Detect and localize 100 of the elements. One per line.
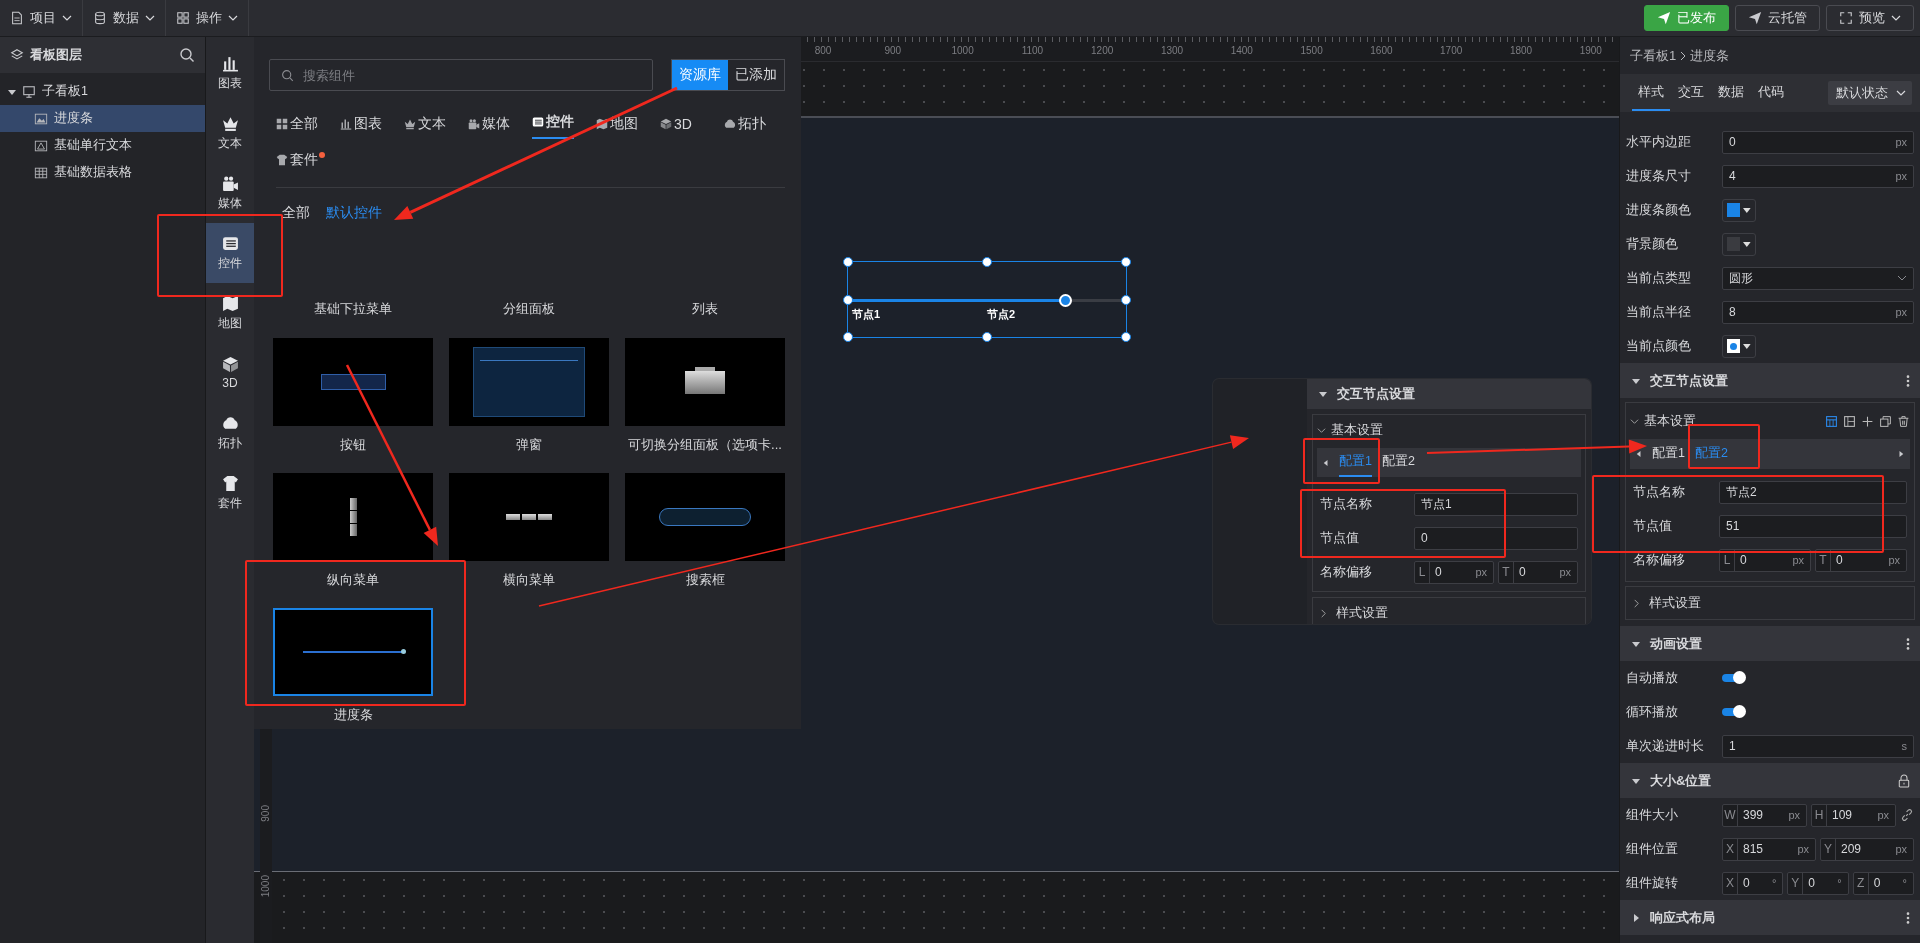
- color-picker[interactable]: [1722, 334, 1756, 358]
- category-button[interactable]: 套件: [206, 463, 254, 523]
- color-picker[interactable]: [1722, 232, 1756, 256]
- category-tab[interactable]: 图表: [340, 107, 382, 143]
- input-field[interactable]: Y 0 °: [1787, 871, 1849, 895]
- input-field[interactable]: H 109 px: [1811, 803, 1896, 827]
- resize-handle[interactable]: [1121, 294, 1131, 305]
- input-field[interactable]: 节点2: [1719, 480, 1907, 504]
- add-icon[interactable]: [1861, 414, 1874, 428]
- panel-preview[interactable]: [625, 338, 785, 426]
- category-tab[interactable]: 全部: [276, 107, 318, 143]
- category-button[interactable]: 控件: [206, 223, 254, 283]
- toggle-switch[interactable]: [1722, 674, 1744, 682]
- resize-handle[interactable]: [982, 332, 992, 342]
- section-header[interactable]: 动画设置: [1620, 626, 1920, 661]
- layer-item[interactable]: 基础数据表格: [0, 159, 205, 186]
- scroll-left-icon[interactable]: [1323, 458, 1329, 467]
- more-icon[interactable]: [1906, 373, 1910, 388]
- config-tab[interactable]: 配置1: [1339, 448, 1372, 477]
- breadcrumb-item[interactable]: 子看板1: [1630, 46, 1677, 65]
- input-field[interactable]: L 0 px: [1719, 548, 1811, 572]
- layer-item[interactable]: 进度条: [0, 105, 205, 132]
- property-tab[interactable]: 样式: [1632, 75, 1670, 111]
- category-tab[interactable]: 地图: [596, 107, 638, 143]
- category-tab[interactable]: 拓扑: [724, 107, 766, 143]
- input-field[interactable]: 4 px: [1722, 164, 1914, 188]
- input-field[interactable]: W 399 px: [1722, 803, 1807, 827]
- button-preview[interactable]: [273, 338, 433, 426]
- more-icon[interactable]: [1906, 636, 1910, 651]
- input-field[interactable]: L 0 px: [1414, 560, 1494, 584]
- input-field[interactable]: 节点1: [1414, 492, 1578, 516]
- more-icon[interactable]: [1906, 910, 1910, 925]
- input-field[interactable]: T 0 px: [1498, 560, 1578, 584]
- input-field[interactable]: T 0 px: [1815, 548, 1907, 572]
- category-tab[interactable]: 3D: [660, 107, 692, 143]
- trash-icon[interactable]: [1897, 414, 1910, 428]
- input-field[interactable]: Z 0 °: [1852, 871, 1914, 895]
- category-button[interactable]: 拓扑: [206, 403, 254, 463]
- category-tab[interactable]: 控件: [532, 107, 574, 139]
- layer-item[interactable]: 子看板1: [0, 78, 205, 105]
- category-button[interactable]: 地图: [206, 283, 254, 343]
- section-header[interactable]: 大小&位置: [1620, 763, 1920, 798]
- resize-handle[interactable]: [843, 257, 853, 267]
- chevron-icon[interactable]: [1630, 416, 1639, 426]
- collapsed-group[interactable]: 样式设置: [1312, 597, 1586, 624]
- chevron-icon[interactable]: [1317, 425, 1326, 435]
- layer-item[interactable]: 基础单行文本: [0, 132, 205, 159]
- property-tab[interactable]: 交互: [1672, 75, 1710, 111]
- property-tab[interactable]: 数据: [1712, 75, 1750, 111]
- link-icon[interactable]: [1900, 808, 1914, 822]
- input-field[interactable]: X 815 px: [1722, 837, 1816, 861]
- breadcrumb-item[interactable]: 进度条: [1690, 46, 1730, 65]
- category-button[interactable]: 文本: [206, 103, 254, 163]
- resize-handle[interactable]: [982, 257, 992, 267]
- config-tab[interactable]: 配置2: [1694, 439, 1728, 469]
- collapsed-group[interactable]: 样式设置: [1625, 586, 1915, 620]
- menu-preview[interactable]: [273, 473, 433, 561]
- state-dropdown[interactable]: 默认状态: [1828, 81, 1912, 105]
- resize-handle[interactable]: [843, 332, 853, 342]
- menu-button[interactable]: 项目: [0, 0, 83, 36]
- toggle-switch[interactable]: [1722, 708, 1744, 716]
- subcategory-tab[interactable]: 全部: [282, 200, 310, 226]
- category-tab[interactable]: 媒体: [468, 107, 510, 143]
- source-tab[interactable]: 已添加: [728, 60, 784, 90]
- input-field[interactable]: 8 px: [1722, 300, 1914, 324]
- menu-button[interactable]: 操作: [166, 0, 249, 36]
- input-field[interactable]: 0 px: [1722, 130, 1914, 154]
- config-tab[interactable]: 配置1: [1652, 439, 1685, 469]
- resize-handle[interactable]: [843, 294, 853, 305]
- category-button[interactable]: 媒体: [206, 163, 254, 223]
- category-button[interactable]: 3D: [206, 343, 254, 403]
- menu-button[interactable]: 数据: [83, 0, 166, 36]
- config-tab[interactable]: 配置2: [1381, 448, 1415, 477]
- input-field[interactable]: Y 209 px: [1820, 837, 1914, 861]
- property-tab[interactable]: 代码: [1752, 75, 1790, 111]
- search-icon[interactable]: [179, 47, 195, 63]
- category-tab[interactable]: 文本: [404, 107, 446, 143]
- progress-bar-preview[interactable]: [273, 608, 433, 696]
- copy-icon[interactable]: [1879, 414, 1892, 428]
- select-field[interactable]: 圆形: [1722, 266, 1914, 290]
- category-button[interactable]: 图表: [206, 43, 254, 103]
- color-picker[interactable]: [1722, 198, 1756, 222]
- input-field[interactable]: 51: [1719, 514, 1907, 538]
- layout-icon[interactable]: [1825, 414, 1838, 428]
- section-header[interactable]: 交互节点设置: [1307, 379, 1591, 409]
- category-tab[interactable]: 套件: [276, 143, 325, 179]
- subcategory-tab[interactable]: 默认控件: [326, 200, 382, 226]
- toolbar-button[interactable]: 预览: [1826, 5, 1914, 31]
- search-field[interactable]: 搜索组件: [269, 59, 653, 91]
- section-header[interactable]: 交互节点设置: [1620, 363, 1920, 398]
- input-field[interactable]: 0: [1414, 526, 1578, 550]
- input-field[interactable]: 1 s: [1722, 734, 1914, 758]
- scroll-right-icon[interactable]: [1898, 450, 1904, 458]
- scroll-left-icon[interactable]: [1636, 450, 1642, 458]
- layout-icon[interactable]: [1843, 414, 1856, 428]
- resize-handle[interactable]: [1121, 332, 1131, 342]
- resize-handle[interactable]: [1121, 257, 1131, 267]
- lock-icon[interactable]: [1898, 773, 1910, 788]
- input-field[interactable]: X 0 °: [1722, 871, 1784, 895]
- expand-arrow-icon[interactable]: [8, 87, 16, 96]
